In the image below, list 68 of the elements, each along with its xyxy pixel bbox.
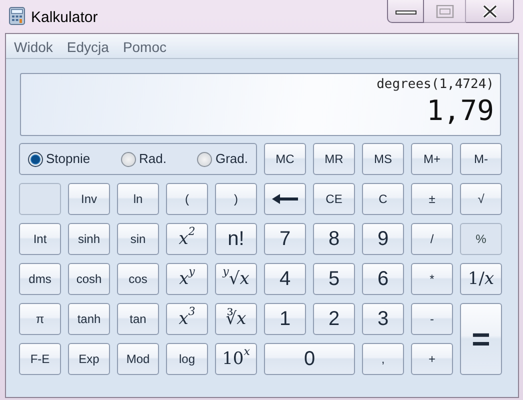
radio-button[interactable]	[28, 152, 43, 166]
digit-key[interactable]: 2	[313, 303, 355, 335]
calc-key[interactable]: /	[411, 223, 453, 255]
digit-key[interactable]: 6	[362, 263, 404, 295]
calc-key[interactable]: Exp	[68, 343, 110, 375]
minimize-button[interactable]	[387, 0, 424, 23]
radio-label[interactable]: Grad.	[215, 149, 248, 169]
calc-key[interactable]: +	[411, 343, 453, 375]
calc-key[interactable]: sinh	[68, 223, 110, 255]
calc-key[interactable]: F-E	[19, 343, 61, 375]
calc-key[interactable]: Int	[19, 223, 61, 255]
calc-key[interactable]: √	[460, 183, 502, 215]
calc-key[interactable]: dms	[19, 263, 61, 295]
calc-key[interactable]: -	[411, 303, 453, 335]
calc-key[interactable]: $^{y}$√x	[215, 263, 257, 295]
calc-key[interactable]: π	[19, 303, 61, 335]
calc-key[interactable]: x$^{2}$	[166, 223, 208, 255]
calc-key[interactable]: sin	[117, 223, 159, 255]
calc-key[interactable]: tanh	[68, 303, 110, 335]
expression-text: degrees(1,4724)	[376, 76, 494, 94]
calc-key[interactable]: )	[215, 183, 257, 215]
calc-key[interactable]: x$^{3}$	[166, 303, 208, 335]
maximize-icon	[434, 4, 456, 18]
digit-key[interactable]: 4	[264, 263, 306, 295]
calc-key[interactable]: cosh	[68, 263, 110, 295]
calc-key[interactable]: Mod	[117, 343, 159, 375]
calc-key[interactable]: CE	[313, 183, 355, 215]
memory-button[interactable]: M-	[460, 143, 502, 175]
calc-key[interactable]: tan	[117, 303, 159, 335]
memory-button[interactable]: MS	[362, 143, 404, 175]
calc-key[interactable]: *	[411, 263, 453, 295]
backspace-button[interactable]	[264, 183, 306, 215]
window-title: Kalkulator	[31, 8, 98, 28]
calc-key[interactable]: x$^{y}$	[166, 263, 208, 295]
calc-key[interactable]: 1/x	[460, 263, 502, 295]
calc-key[interactable]: ±	[411, 183, 453, 215]
calc-key[interactable]: (	[166, 183, 208, 215]
calc-key[interactable]: ∛x	[215, 303, 257, 335]
calc-key[interactable]: C	[362, 183, 404, 215]
digit-key[interactable]: 7	[264, 223, 306, 255]
digit-key[interactable]: 8	[313, 223, 355, 255]
left-arrow-icon	[272, 194, 298, 204]
radio-button[interactable]	[121, 152, 136, 166]
calc-key[interactable]: Inv	[68, 183, 110, 215]
radio-label[interactable]: Rad.	[139, 149, 167, 169]
memory-button[interactable]: MR	[313, 143, 355, 175]
calc-key[interactable]: log	[166, 343, 208, 375]
calc-key[interactable]: =	[460, 303, 502, 375]
calculator-icon	[9, 7, 25, 25]
memory-button[interactable]: M+	[411, 143, 453, 175]
menu-item[interactable]: Pomoc	[122, 37, 167, 58]
digit-key[interactable]: n!	[215, 223, 257, 255]
calc-key[interactable]: 10$^{x}$	[215, 343, 257, 375]
close-button[interactable]	[466, 0, 514, 23]
menu-item[interactable]: Widok	[14, 37, 53, 58]
digit-key[interactable]: 1	[264, 303, 306, 335]
digit-key[interactable]: 5	[313, 263, 355, 295]
digit-key[interactable]: 3	[362, 303, 404, 335]
result-value: 1,79	[426, 94, 494, 128]
calc-key[interactable]: ln	[117, 183, 159, 215]
radio-button[interactable]	[197, 152, 212, 166]
digit-key[interactable]: 9	[362, 223, 404, 255]
calc-key[interactable]: cos	[117, 263, 159, 295]
radio-label[interactable]: Stopnie	[46, 149, 90, 169]
digit-key[interactable]: 0	[264, 343, 355, 375]
menu-item[interactable]: Edycja	[66, 37, 109, 58]
calc-key[interactable]: ,	[362, 343, 404, 375]
memory-button[interactable]: MC	[264, 143, 306, 175]
